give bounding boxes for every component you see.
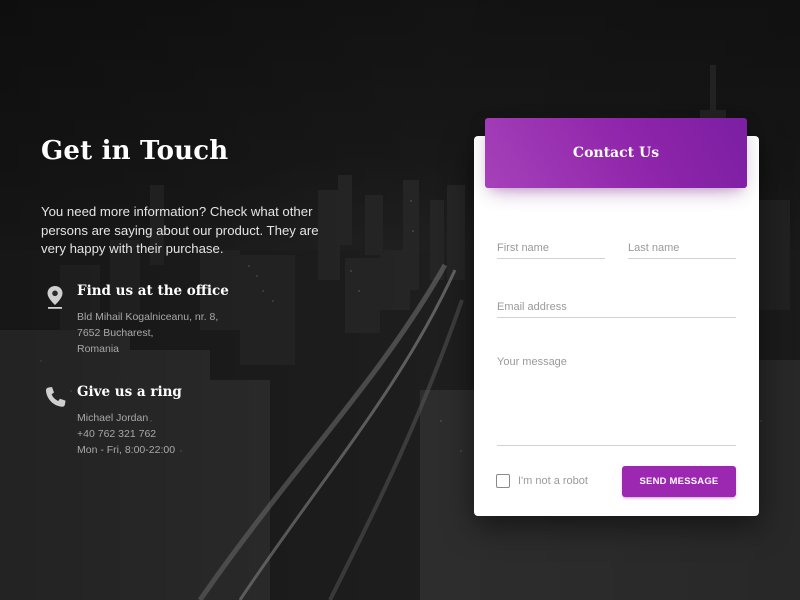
email-input[interactable] — [497, 301, 736, 313]
last-name-input[interactable] — [628, 242, 736, 254]
phone-hours: Mon - Fri, 8:00-22:00 — [77, 444, 176, 456]
robot-checkbox[interactable]: I'm not a robot — [496, 472, 588, 489]
location-pin-icon — [41, 283, 69, 311]
first-name-field — [497, 238, 605, 259]
page-description: You need more information? Check what ot… — [41, 204, 319, 256]
office-address-line: Romania — [77, 343, 120, 355]
message-textarea[interactable] — [497, 356, 736, 436]
message-field — [497, 356, 736, 446]
send-message-button[interactable]: SEND MESSAGE — [622, 466, 736, 497]
phone-number: +40 762 321 762 — [77, 428, 157, 440]
email-field — [497, 297, 736, 318]
first-name-input[interactable] — [497, 242, 605, 254]
phone-icon — [41, 384, 69, 412]
contact-form-header: Contact Us — [485, 118, 747, 188]
office-heading: Find us at the office — [77, 283, 229, 299]
robot-checkbox-label: I'm not a robot — [518, 474, 588, 487]
office-address-line: Bld Mihail Kogalniceanu, nr. 8, — [77, 311, 219, 323]
last-name-field — [628, 238, 736, 259]
phone-heading: Give us a ring — [77, 384, 182, 400]
contact-form-title: Contact Us — [572, 145, 660, 161]
office-address: Bld Mihail Kogalniceanu, nr. 8, 7652 Buc… — [77, 309, 218, 357]
robot-checkbox-box[interactable] — [496, 473, 510, 488]
contact-form-card — [474, 136, 759, 516]
office-address-line: 7652 Bucharest, — [77, 327, 154, 339]
phone-details: Michael Jordan +40 762 321 762 Mon - Fri… — [77, 410, 175, 458]
phone-contact-name: Michael Jordan — [77, 412, 149, 424]
page-title: Get in Touch — [41, 136, 229, 166]
